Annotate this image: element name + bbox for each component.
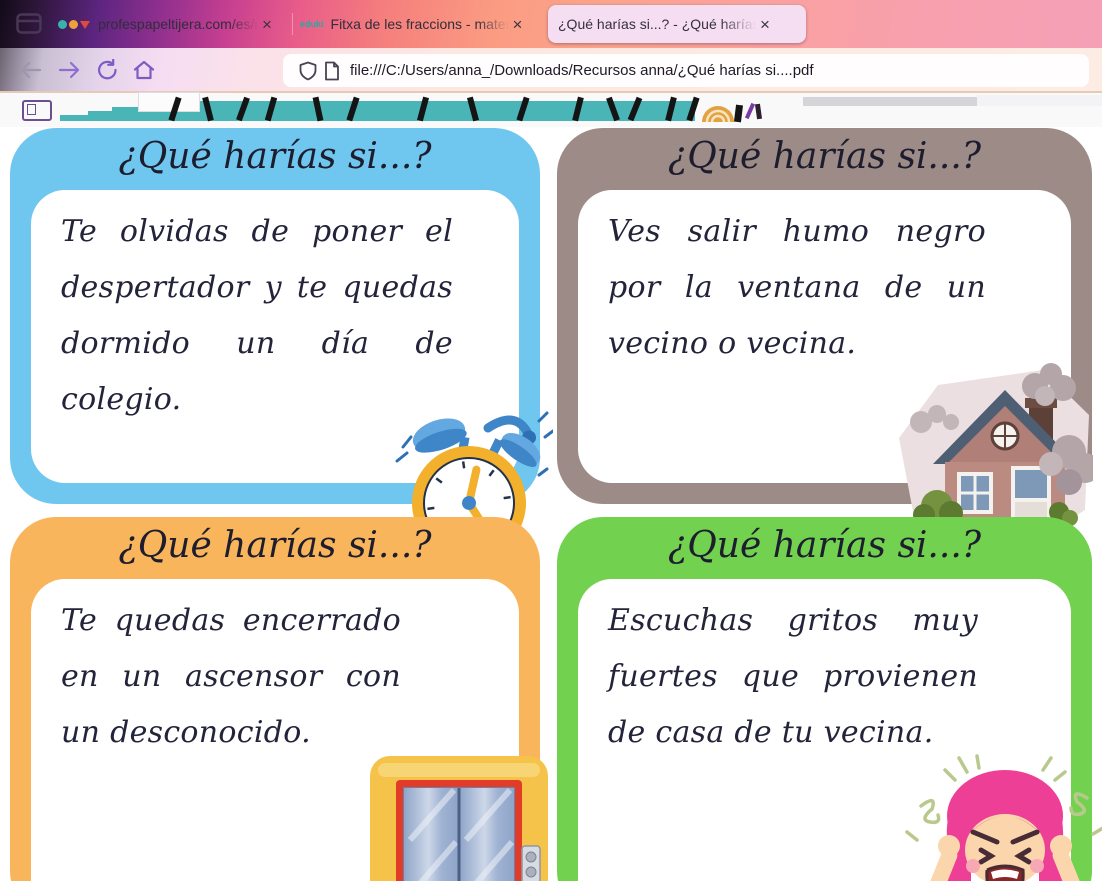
tab-close-icon[interactable]: × [262,16,272,33]
card-text: Te quedas encerradoen un ascensor conun … [61,593,401,761]
browser-window: profespapeltijera.com/es/my-a × eduki Fi… [0,0,1102,881]
reload-button[interactable] [96,59,120,81]
card-text-line: Te quedas encerrado [61,593,401,649]
navigation-toolbar: file:///C:/Users/anna_/Downloads/Recurso… [0,48,1102,93]
url-bar[interactable]: file:///C:/Users/anna_/Downloads/Recurso… [283,54,1089,87]
card-text-line: Te olvidas de poner el [61,204,453,260]
tab-close-icon[interactable]: × [760,16,770,33]
card-body: Ves salir humo negropor la ventana de un… [578,190,1071,483]
tab-profespapeltijera[interactable]: profespapeltijera.com/es/my-a × [58,0,280,48]
home-button[interactable] [132,59,156,81]
card-text-line: en un ascensor con [61,649,401,705]
card-text-line: por la ventana de un [608,260,986,316]
tab-favicon-dots-icon [58,16,90,32]
elevator-illustration [366,750,556,881]
url-text: file:///C:/Users/anna_/Downloads/Recurso… [350,62,814,79]
tab-close-icon[interactable]: × [513,16,523,33]
tab-label: profespapeltijera.com/es/my-a [98,16,258,32]
pdf-remnant-whitebox [138,92,200,112]
card-text-line: fuertes que provienen [608,649,978,705]
pdf-previous-page-edge [0,93,1102,127]
pdf-remnant-fan-icon [700,103,736,123]
flashcard-despertador: ¿Qué harías si...? Te olvidas de poner e… [10,128,540,504]
tab-label: Fitxa de les fraccions - material [331,16,509,32]
back-button[interactable] [18,59,42,81]
shield-icon[interactable] [299,61,317,81]
pdf-remnant-light-bar [977,95,1102,106]
tab-label: ¿Qué harías si...? - ¿Qué harías si....p [558,16,756,32]
card-title: ¿Qué harías si...? [557,136,1092,177]
card-text: Ves salir humo negropor la ventana de un… [608,204,986,372]
card-body: Escuchas gritos muyfuertes que provienen… [578,579,1071,881]
card-text-line: dormido un día de [61,316,453,372]
tab-favicon-edu-icon: eduki [300,19,324,29]
tab-separator [292,13,293,35]
card-body: Te olvidas de poner eldespertador y te q… [31,190,519,483]
firefox-view-icon[interactable] [16,13,42,34]
pdf-sidebar-toggle-icon[interactable] [22,100,52,121]
card-text-line: de casa de tu vecina. [608,705,978,761]
pdf-page: ¿Qué harías si...? Te olvidas de poner e… [0,127,1102,881]
card-text-line: un desconocido. [61,705,401,761]
card-body: Te quedas encerradoen un ascensor conun … [31,579,519,881]
card-title: ¿Qué harías si...? [10,136,540,177]
card-text-line: despertador y te quedas [61,260,453,316]
tab-bar: profespapeltijera.com/es/my-a × eduki Fi… [0,0,1102,48]
card-title: ¿Qué harías si...? [10,525,540,566]
forward-button[interactable] [58,59,82,81]
tab-fitxa-fraccions[interactable]: eduki Fitxa de les fraccions - material … [300,0,530,48]
tab-que-harias-si-active[interactable]: ¿Qué harías si...? - ¿Qué harías si....p… [548,5,806,43]
flashcard-humo: ¿Qué harías si...? Ves salir humo negrop… [557,128,1092,504]
card-title: ¿Qué harías si...? [557,525,1092,566]
page-icon[interactable] [323,61,340,81]
flashcard-ascensor: ¿Qué harías si...? Te quedas encerradoen… [10,517,540,881]
card-text-line: Escuchas gritos muy [608,593,978,649]
screaming-girl-illustration [903,754,1102,881]
flashcard-gritos: ¿Qué harías si...? Escuchas gritos muyfu… [557,517,1092,881]
pdf-remnant-gray-bar [803,97,977,106]
card-text: Escuchas gritos muyfuertes que provienen… [608,593,978,761]
card-text-line: Ves salir humo negro [608,204,986,260]
